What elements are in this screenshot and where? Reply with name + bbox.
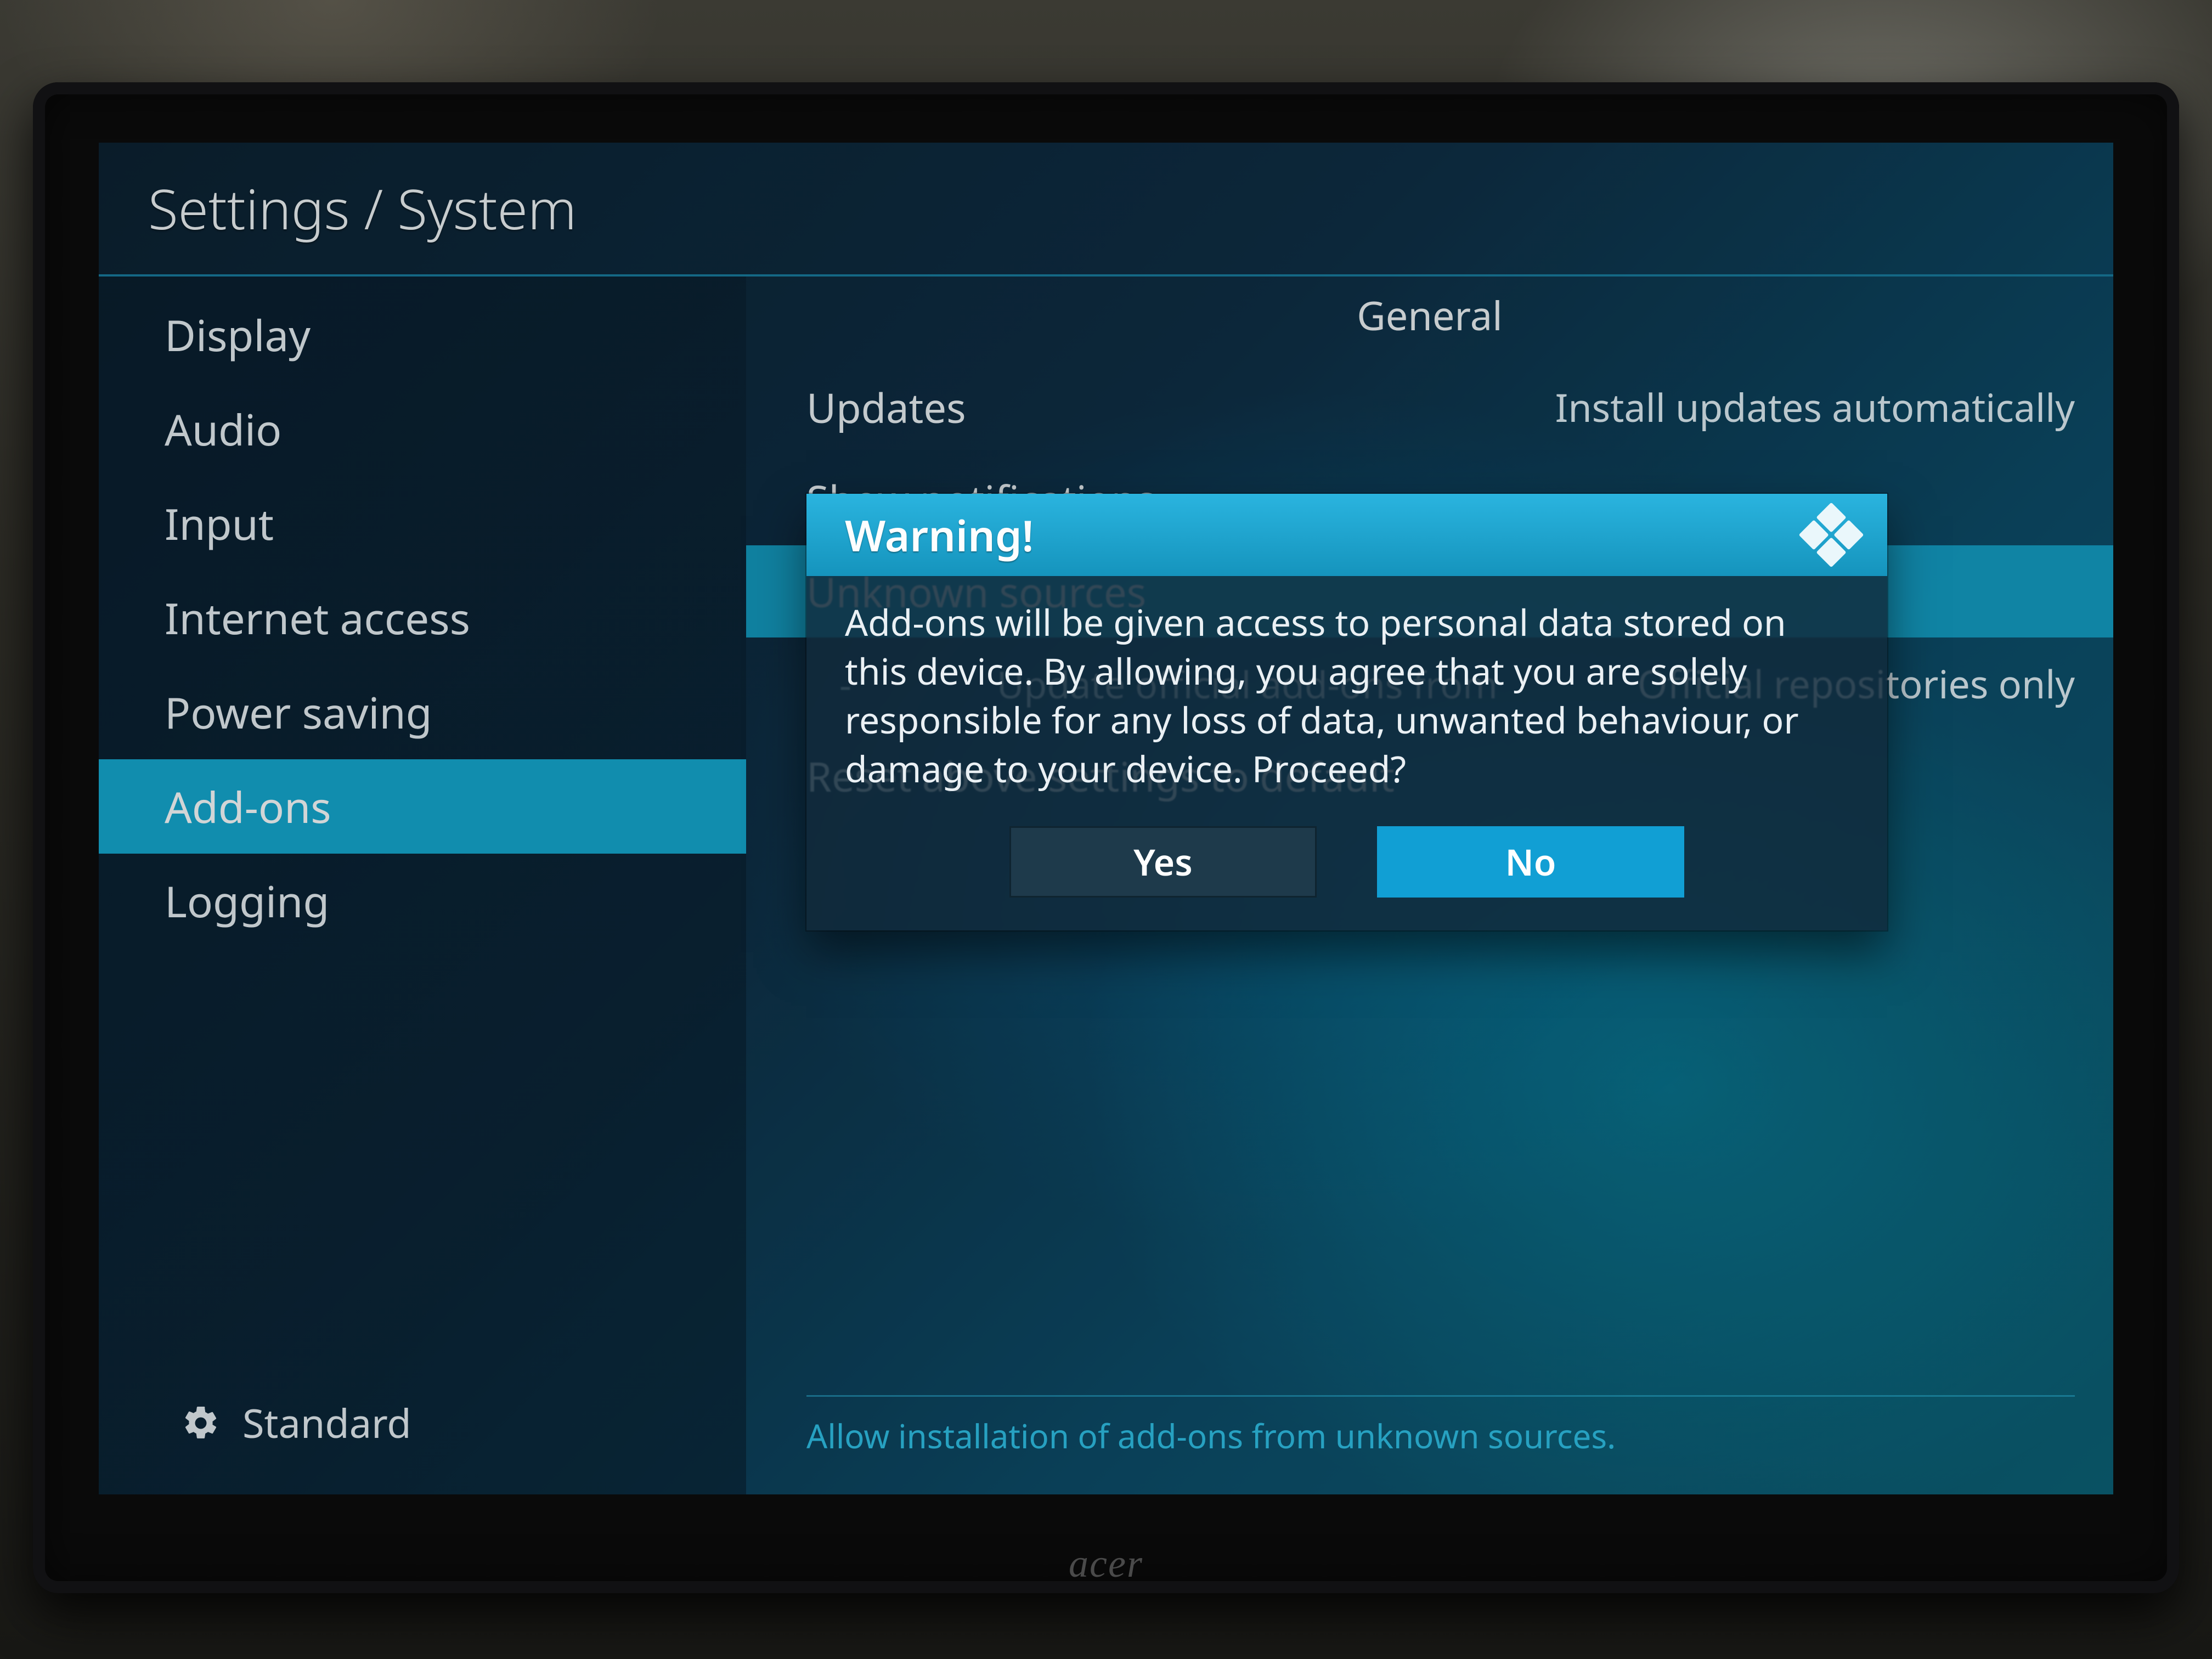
gear-icon: [181, 1403, 221, 1443]
sidebar-item-logging[interactable]: Logging: [99, 854, 746, 948]
sidebar-item-label: Input: [165, 494, 274, 552]
setting-row-updates[interactable]: Updates Install updates automatically: [746, 361, 2113, 453]
kodi-logo-icon: [1799, 503, 1864, 568]
breadcrumb-text: Settings / System: [148, 171, 577, 246]
button-label: No: [1505, 837, 1556, 887]
settings-category-sidebar: Display Audio Input Internet access Powe…: [99, 274, 746, 1494]
no-button[interactable]: No: [1377, 826, 1684, 898]
setting-label: Updates: [806, 380, 966, 435]
sidebar-item-power-saving[interactable]: Power saving: [99, 665, 746, 759]
breadcrumb: Settings / System: [99, 143, 2113, 274]
dialog-title-text: Warning!: [845, 506, 1034, 564]
dialog-body-text: Add-ons will be given access to personal…: [806, 576, 1887, 826]
sidebar-item-audio[interactable]: Audio: [99, 382, 746, 476]
sidebar-item-add-ons[interactable]: Add-ons: [99, 759, 746, 854]
yes-button[interactable]: Yes: [1009, 826, 1317, 898]
dialog-titlebar: Warning!: [806, 494, 1887, 576]
monitor-brand-label: acer: [1069, 1541, 1143, 1587]
sidebar-item-display[interactable]: Display: [99, 287, 746, 382]
screen: Settings / System Display Audio Input In…: [99, 143, 2113, 1494]
settings-level-button[interactable]: Standard: [99, 1385, 411, 1462]
monitor-bezel: acer Settings / System Display Audio Inp…: [33, 82, 2179, 1593]
sidebar-item-label: Display: [165, 306, 311, 364]
sidebar-item-label: Internet access: [165, 589, 470, 647]
sidebar-item-label: Logging: [165, 872, 329, 930]
section-title: General: [746, 276, 2113, 361]
settings-category-list: Display Audio Input Internet access Powe…: [99, 276, 746, 948]
sidebar-item-label: Audio: [165, 400, 281, 458]
dialog-actions: Yes No: [806, 826, 1887, 930]
setting-value: Install updates automatically: [1555, 381, 2075, 433]
settings-level-label: Standard: [242, 1396, 411, 1450]
button-label: Yes: [1133, 837, 1193, 887]
warning-dialog: Warning! Add-ons will be given access to…: [806, 494, 1887, 930]
sidebar-item-input[interactable]: Input: [99, 476, 746, 571]
sidebar-item-internet-access[interactable]: Internet access: [99, 571, 746, 665]
sidebar-item-label: Power saving: [165, 683, 432, 741]
setting-description: Allow installation of add-ons from unkno…: [806, 1395, 2075, 1458]
sidebar-item-label: Add-ons: [165, 777, 331, 836]
